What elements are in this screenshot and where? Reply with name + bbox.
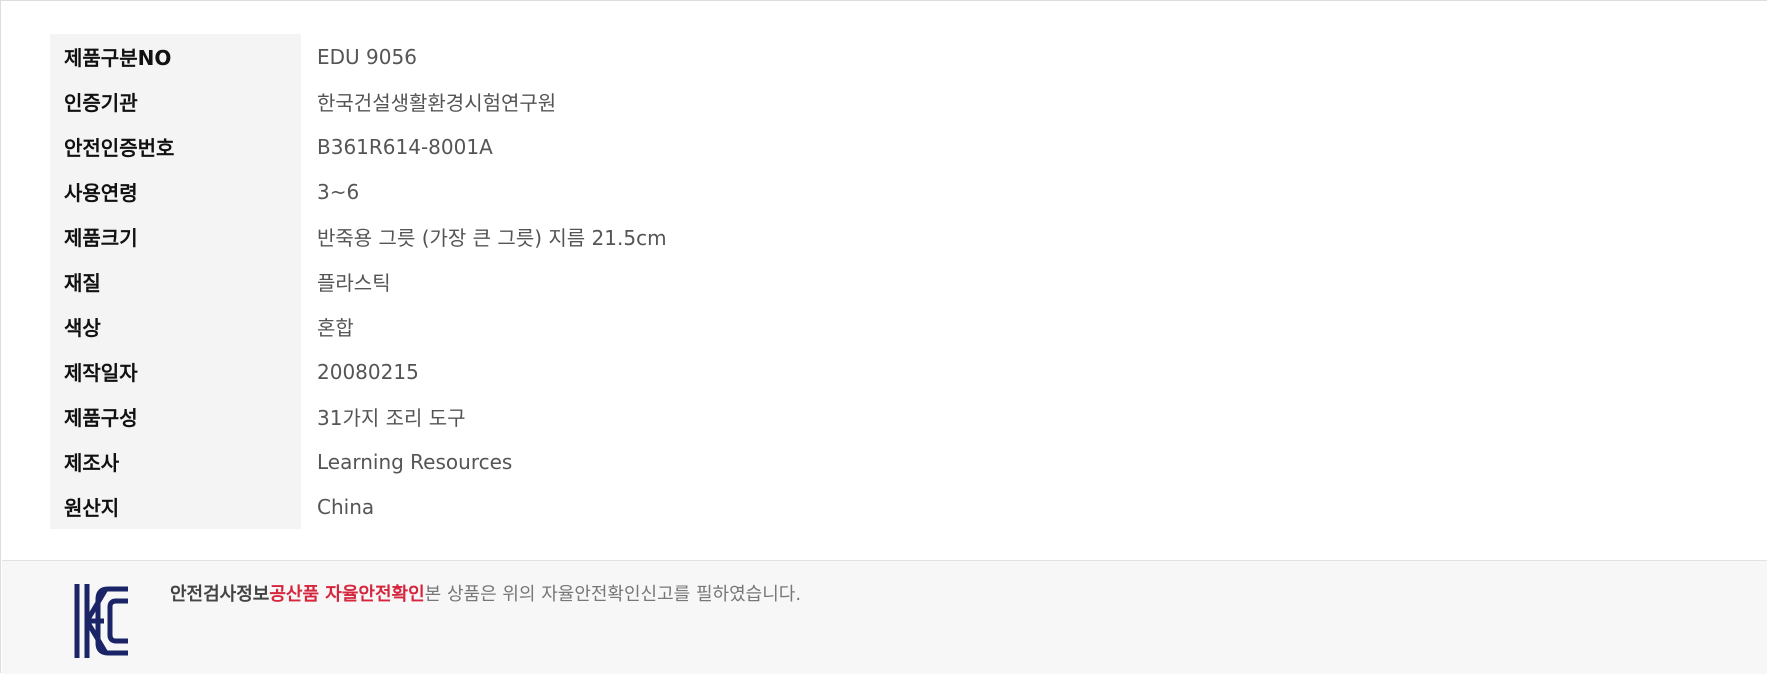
spec-row-size: 제품크기 반죽용 그릇 (가장 큰 그릇) 지름 21.5cm	[50, 214, 1767, 259]
spec-label: 재질	[50, 259, 301, 304]
spec-label: 제품크기	[50, 214, 301, 259]
spec-label: 제품구분NO	[50, 34, 301, 79]
spec-row-origin: 원산지 China	[50, 484, 1767, 529]
spec-label: 색상	[50, 304, 301, 349]
spec-row-color: 색상 혼합	[50, 304, 1767, 349]
spec-row-material: 재질 플라스틱	[50, 259, 1767, 304]
spec-row-age: 사용연령 3~6	[50, 169, 1767, 214]
spec-label: 제조사	[50, 439, 301, 484]
product-info-panel: 제품구분NO EDU 9056 인증기관 한국건설생활환경시험연구원 안전인증번…	[0, 0, 1767, 674]
spec-value: 20080215	[317, 359, 419, 384]
spec-value: Learning Resources	[317, 449, 513, 474]
spec-label: 제작일자	[50, 349, 301, 394]
safety-text: 안전검사정보공산품 자율안전확인본 상품은 위의 자율안전확인신고를 필하였습니…	[170, 583, 801, 607]
spec-label: 사용연령	[50, 169, 301, 214]
spec-row-manufacturer: 제조사 Learning Resources	[50, 439, 1767, 484]
spec-value: EDU 9056	[317, 44, 417, 69]
spec-value: 3~6	[317, 179, 360, 204]
spec-value: China	[317, 494, 375, 519]
spec-value: 혼합	[317, 316, 354, 340]
spec-table: 제품구분NO EDU 9056 인증기관 한국건설생활환경시험연구원 안전인증번…	[50, 34, 1767, 529]
spec-label: 원산지	[50, 484, 301, 529]
kc-certification-icon	[74, 584, 128, 658]
spec-row-product-no: 제품구분NO EDU 9056	[50, 34, 1767, 79]
spec-value: 플라스틱	[317, 271, 391, 295]
spec-row-cert-number: 안전인증번호 B361R614-8001A	[50, 124, 1767, 169]
spec-row-manufacture-date: 제작일자 20080215	[50, 349, 1767, 394]
spec-value: 한국건설생활환경시험연구원	[317, 91, 557, 115]
spec-label: 안전인증번호	[50, 124, 301, 169]
spec-value: B361R614-8001A	[317, 134, 493, 159]
spec-row-cert-agency: 인증기관 한국건설생활환경시험연구원	[50, 79, 1767, 124]
safety-description: 본 상품은 위의 자율안전확인신고를 필하였습니다.	[424, 584, 802, 605]
spec-row-components: 제품구성 31가지 조리 도구	[50, 394, 1767, 439]
spec-label: 제품구성	[50, 394, 301, 439]
spec-label: 인증기관	[50, 79, 301, 124]
spec-value: 31가지 조리 도구	[317, 406, 466, 430]
spec-value: 반죽용 그릇 (가장 큰 그릇) 지름 21.5cm	[317, 226, 667, 250]
safety-info-box: 안전검사정보공산품 자율안전확인본 상품은 위의 자율안전확인신고를 필하였습니…	[2, 560, 1767, 674]
safety-title: 안전검사정보	[170, 584, 270, 605]
safety-highlight: 공산품 자율안전확인	[269, 584, 425, 605]
